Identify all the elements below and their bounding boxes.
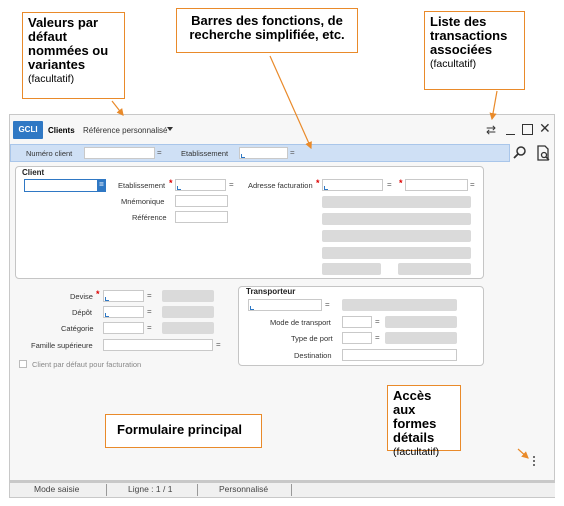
annotation-transactions-note: (facultatif) xyxy=(430,58,477,70)
annotation-transactions-title: Liste des transactions associées xyxy=(430,14,508,57)
annotation-main-form-title: Formulaire principal xyxy=(117,422,242,437)
arrow-details xyxy=(517,448,529,459)
annotation-details-title: Accès aux formes détails xyxy=(393,388,437,445)
annotation-details: Accès aux formes détails (facultatif) xyxy=(387,385,461,458)
annotation-toolbar-title: Barres des fonctions, de recherche simpl… xyxy=(189,13,345,42)
arrow-toolbar xyxy=(269,55,312,150)
arrow-defaults xyxy=(111,100,124,116)
arrow-transactions xyxy=(489,90,498,121)
annotation-defaults-title: Valeurs par défaut nommées ou variantes xyxy=(28,15,109,72)
annotation-toolbar: Barres des fonctions, de recherche simpl… xyxy=(176,8,358,53)
annotation-defaults-note: (facultatif) xyxy=(28,73,75,85)
annotation-transactions: Liste des transactions associées (facult… xyxy=(424,11,525,90)
annotation-details-note: (facultatif) xyxy=(393,446,440,458)
annotation-defaults: Valeurs par défaut nommées ou variantes … xyxy=(22,12,125,99)
annotation-main-form: Formulaire principal xyxy=(105,414,262,448)
